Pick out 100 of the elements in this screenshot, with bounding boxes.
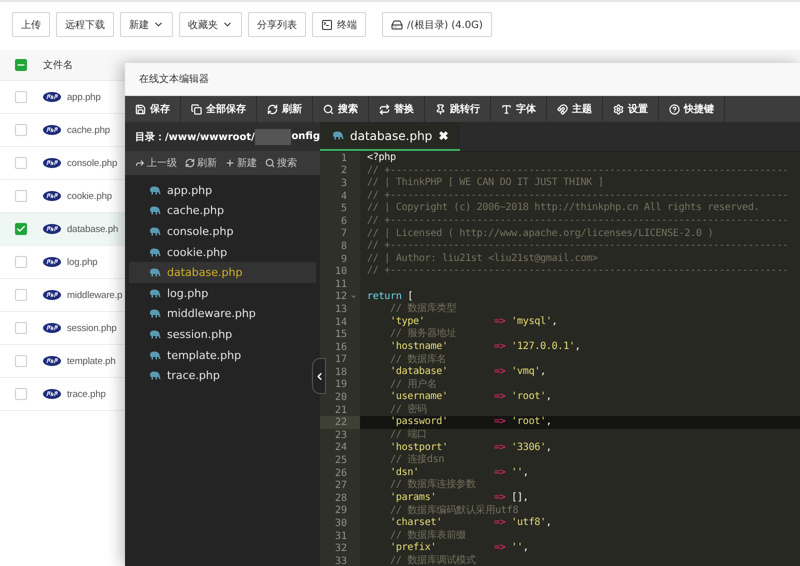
file-item[interactable]: log.php: [129, 282, 316, 304]
file-item[interactable]: database.php: [129, 262, 316, 283]
close-button[interactable]: ✖: [438, 128, 448, 142]
php-logo-icon: [43, 191, 61, 201]
code-token: =>: [494, 492, 506, 505]
code-token: 'prefix': [389, 542, 438, 554]
file-item[interactable]: trace.php: [129, 365, 316, 386]
file-item[interactable]: template.php: [129, 344, 316, 366]
save-icon: [135, 104, 146, 114]
fold-caret-icon[interactable]: [350, 293, 356, 300]
line-number: 15: [334, 329, 347, 340]
window-title: 在线文本编辑器: [139, 72, 209, 86]
row-checkbox[interactable]: [15, 190, 27, 202]
line-number: 11: [334, 278, 347, 290]
line-number: 29: [334, 505, 347, 516]
code-token: 'dsn': [389, 466, 420, 479]
code-token: =>: [494, 316, 506, 328]
check-icon: [16, 224, 26, 234]
file-item[interactable]: middleware.php: [129, 304, 316, 324]
line-number: 2: [340, 165, 347, 176]
line-number: 20: [334, 392, 347, 404]
code-token: // 数据库表前缀: [389, 530, 466, 542]
line-number: 13: [334, 304, 347, 315]
refresh-icon: [185, 158, 195, 168]
line-number: 9: [340, 254, 347, 265]
code-token: 'database': [389, 366, 449, 378]
sidebar-action[interactable]: 搜索: [265, 156, 297, 170]
line-number: 5: [340, 203, 347, 214]
line-number: 16: [334, 342, 347, 353]
terminal-icon: [321, 18, 333, 30]
line-number: 28: [334, 492, 347, 504]
php-logo-icon: [43, 224, 61, 234]
line-number: 31: [334, 530, 347, 542]
search-icon: [265, 158, 275, 168]
pin-icon: [435, 104, 446, 114]
toolbar-button[interactable]: 上传: [12, 12, 50, 37]
row-checkbox[interactable]: [15, 322, 27, 334]
select-all-checkbox[interactable]: [15, 59, 27, 71]
toolbar-button[interactable]: 新建: [120, 12, 173, 37]
row-checkbox[interactable]: [15, 124, 27, 136]
code-token: ,: [546, 517, 552, 530]
elephant-icon: [332, 131, 344, 140]
file-name: cookie.php: [67, 190, 112, 202]
row-checkbox[interactable]: [15, 157, 27, 169]
code-token: ,: [546, 416, 552, 430]
file-tab[interactable]: database.php ✖: [320, 122, 460, 151]
file-name: console.php: [67, 158, 118, 168]
code-editor[interactable]: [320, 152, 800, 566]
file-item[interactable]: app.php: [129, 180, 316, 201]
code-token: // +---------------------------------------------------------------------: [367, 240, 788, 253]
code-token: ,: [546, 442, 552, 454]
toolbar-button[interactable]: 分享列表: [248, 12, 306, 37]
elephant-icon: [149, 350, 161, 360]
row-checkbox[interactable]: [15, 388, 27, 400]
code-token: 'hostname': [389, 340, 449, 354]
line-number: 12: [334, 291, 347, 302]
code-token: ,: [540, 366, 546, 379]
code-token: =>: [494, 366, 506, 379]
line-number: 18: [334, 366, 347, 378]
toolbar-button[interactable]: 收藏夹: [179, 12, 242, 37]
code-token: ,: [574, 340, 581, 354]
code-token: [],: [511, 492, 529, 505]
code-token: 'type': [389, 316, 426, 328]
file-item[interactable]: console.php: [129, 221, 316, 242]
row-checkbox[interactable]: [15, 289, 27, 301]
toolbar-button[interactable]: /(根目录) (4.0G): [382, 12, 492, 37]
code-token: 'utf8': [511, 517, 546, 530]
file-item[interactable]: cookie.php: [129, 242, 316, 262]
code-token: '3306': [511, 442, 546, 454]
file-item[interactable]: cache.php: [129, 200, 316, 222]
line-number: 21: [334, 404, 347, 416]
line-number: 8: [340, 240, 347, 252]
line-number: 33: [334, 556, 347, 566]
line-number: 4: [340, 190, 347, 202]
sidebar-action[interactable]: 上一级: [135, 156, 177, 170]
code-token: // | Author: liu21st <liu21st@gmail.com>: [367, 252, 598, 266]
row-checkbox[interactable]: [15, 256, 27, 268]
path-label: 目录：/www/wwwroot/: [135, 130, 255, 144]
code-token: // +---------------------------------------------------------------------: [367, 214, 788, 228]
code-token: 'username': [389, 391, 449, 404]
row-checkbox[interactable]: [15, 91, 27, 103]
code-token: '': [511, 542, 523, 555]
code-token: '': [511, 466, 523, 480]
code-token: ,: [546, 391, 552, 404]
sidebar-action[interactable]: 刷新: [185, 156, 217, 170]
line-number: 26: [334, 468, 347, 479]
magnet-icon: [557, 104, 568, 114]
plus-icon: [225, 158, 235, 168]
elephant-icon: [149, 226, 161, 236]
row-checkbox[interactable]: [15, 223, 27, 235]
file-item[interactable]: session.php: [129, 324, 316, 345]
toolbar-button[interactable]: 远程下载: [56, 12, 114, 37]
code-token: <?php: [367, 152, 396, 165]
collapse-button[interactable]: [312, 358, 326, 394]
tab-label: database.php: [350, 128, 432, 142]
toolbar-button[interactable]: 终端: [312, 12, 366, 37]
row-checkbox[interactable]: [15, 355, 27, 367]
drive-icon: [391, 18, 403, 30]
sidebar-action[interactable]: 新建: [225, 156, 257, 170]
line-number: 19: [334, 379, 347, 390]
